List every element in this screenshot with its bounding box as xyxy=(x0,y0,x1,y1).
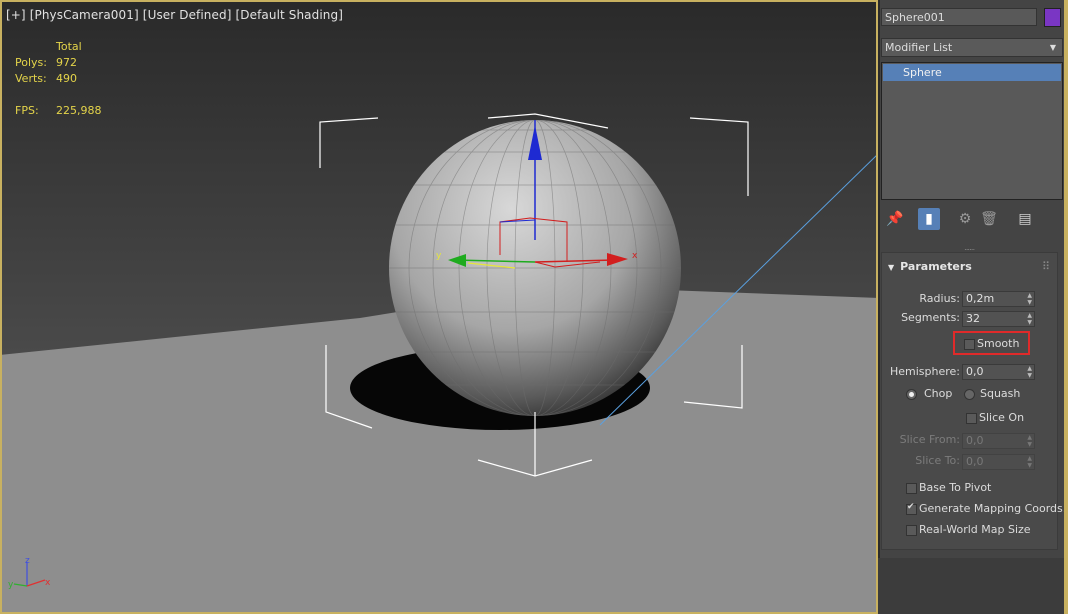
camera-viewport[interactable]: x y z x y [+] [PhysCamera001] [User Define… xyxy=(0,0,878,614)
stats-verts-value: 490 xyxy=(56,72,77,85)
tripod-y-label: y xyxy=(8,580,14,590)
base-to-pivot-checkbox[interactable] xyxy=(906,483,917,494)
object-name-field[interactable]: Sphere001 xyxy=(881,8,1037,26)
hemisphere-label: Hemisphere: xyxy=(889,365,960,378)
slice-to-label: Slice To: xyxy=(915,454,960,467)
modifier-stack-item-sphere[interactable]: Sphere xyxy=(883,64,1061,81)
stats-header: Total xyxy=(56,40,82,53)
generate-mapping-label[interactable]: Generate Mapping Coords. xyxy=(919,502,1066,515)
real-world-map-label[interactable]: Real-World Map Size xyxy=(919,523,1031,536)
spinner-arrows-icon[interactable]: ▲ ▼ xyxy=(1027,292,1032,306)
remove-modifier-icon[interactable]: 🗑 xyxy=(978,208,1000,230)
chop-label[interactable]: Chop xyxy=(924,387,952,400)
stats-fps-label: FPS: xyxy=(15,104,39,117)
slice-to-spinner[interactable]: 0,0 ▲ ▼ xyxy=(962,454,1035,470)
modifier-stack-list[interactable]: Sphere xyxy=(881,62,1063,200)
panel-empty-area xyxy=(878,558,1068,614)
rollout-grip-icon: ⠿ xyxy=(1042,260,1051,273)
slice-from-spinner[interactable]: 0,0 ▲ ▼ xyxy=(962,433,1035,449)
parameters-rollout-header[interactable]: ▼ Parameters xyxy=(888,260,972,273)
tripod-x-label: x xyxy=(45,578,51,588)
panel-divider xyxy=(878,0,880,614)
spinner-arrows-icon[interactable]: ▲ ▼ xyxy=(1027,455,1032,469)
radius-spinner[interactable]: 0,2m ▲ ▼ xyxy=(962,291,1035,307)
gizmo-x-label: x xyxy=(632,251,638,261)
hemisphere-spinner[interactable]: 0,0 ▲ ▼ xyxy=(962,364,1035,380)
generate-mapping-checkbox[interactable] xyxy=(906,502,917,515)
real-world-map-checkbox[interactable] xyxy=(906,525,917,536)
radius-label: Radius: xyxy=(919,292,960,305)
viewport-view-mode[interactable]: [User Defined] xyxy=(143,8,232,22)
app-window: x y z x y [+] [PhysCamera001] [User Define… xyxy=(0,0,1068,614)
hemisphere-value: 0,0 xyxy=(966,365,984,378)
configure-modifier-sets-icon[interactable]: ▤ xyxy=(1014,208,1036,230)
stats-verts-label: Verts: xyxy=(15,72,47,85)
spinner-arrows-icon[interactable]: ▲ ▼ xyxy=(1027,312,1032,326)
squash-label[interactable]: Squash xyxy=(980,387,1020,400)
stats-polys-value: 972 xyxy=(56,56,77,69)
chevron-down-icon: ▼ xyxy=(1049,43,1056,52)
pin-stack-icon[interactable]: 📌 xyxy=(884,208,906,230)
viewport-label[interactable]: [+] [PhysCamera001] [User Defined] [Default… xyxy=(6,8,347,22)
slice-from-label: Slice From: xyxy=(899,433,960,446)
stats-polys-label: Polys: xyxy=(15,56,47,69)
collapse-triangle-icon: ▼ xyxy=(888,263,895,272)
segments-value: 32 xyxy=(966,312,980,325)
segments-label: Segments: xyxy=(901,311,960,324)
base-to-pivot-label[interactable]: Base To Pivot xyxy=(919,481,991,494)
gizmo-y-label: y xyxy=(436,251,442,261)
slice-from-value: 0,0 xyxy=(966,434,984,447)
squash-radio[interactable] xyxy=(964,389,975,400)
slice-on-checkbox[interactable] xyxy=(966,413,977,424)
modifier-list-dropdown[interactable]: Modifier List ▼ xyxy=(881,38,1063,57)
spinner-arrows-icon[interactable]: ▲ ▼ xyxy=(1027,434,1032,448)
viewport-menu-plus[interactable]: [+] xyxy=(6,8,26,22)
viewport-shading-mode[interactable]: [Default Shading] xyxy=(236,8,343,22)
parameters-rollout: ▼ Parameters ⠿ Radius: 0,2m ▲ ▼ Segments: 3… xyxy=(881,252,1066,550)
tripod-z-label: z xyxy=(25,556,30,566)
command-panel: Sphere001 Modifier List ▼ Sphere 📌 ▮ ⚙ 🗑… xyxy=(878,0,1068,614)
slice-on-label[interactable]: Slice On xyxy=(979,411,1024,424)
smooth-checkbox[interactable] xyxy=(964,339,975,350)
show-end-result-icon[interactable]: ▮ xyxy=(918,208,940,230)
parameters-title: Parameters xyxy=(900,260,972,273)
radius-value: 0,2m xyxy=(966,292,995,305)
window-right-border xyxy=(1064,0,1068,614)
scene-3d[interactable]: x y z x y xyxy=(0,0,878,614)
segments-spinner[interactable]: 32 ▲ ▼ xyxy=(962,311,1035,327)
spinner-arrows-icon[interactable]: ▲ ▼ xyxy=(1027,365,1032,379)
chop-radio[interactable] xyxy=(906,389,917,400)
stats-fps-value: 225,988 xyxy=(56,104,102,117)
make-unique-icon[interactable]: ⚙ xyxy=(954,208,976,230)
slice-to-value: 0,0 xyxy=(966,455,984,468)
smooth-label[interactable]: Smooth xyxy=(977,337,1019,350)
object-color-swatch[interactable] xyxy=(1044,8,1061,27)
viewport-camera-name[interactable]: [PhysCamera001] xyxy=(30,8,139,22)
modifier-list-label: Modifier List xyxy=(885,41,953,54)
